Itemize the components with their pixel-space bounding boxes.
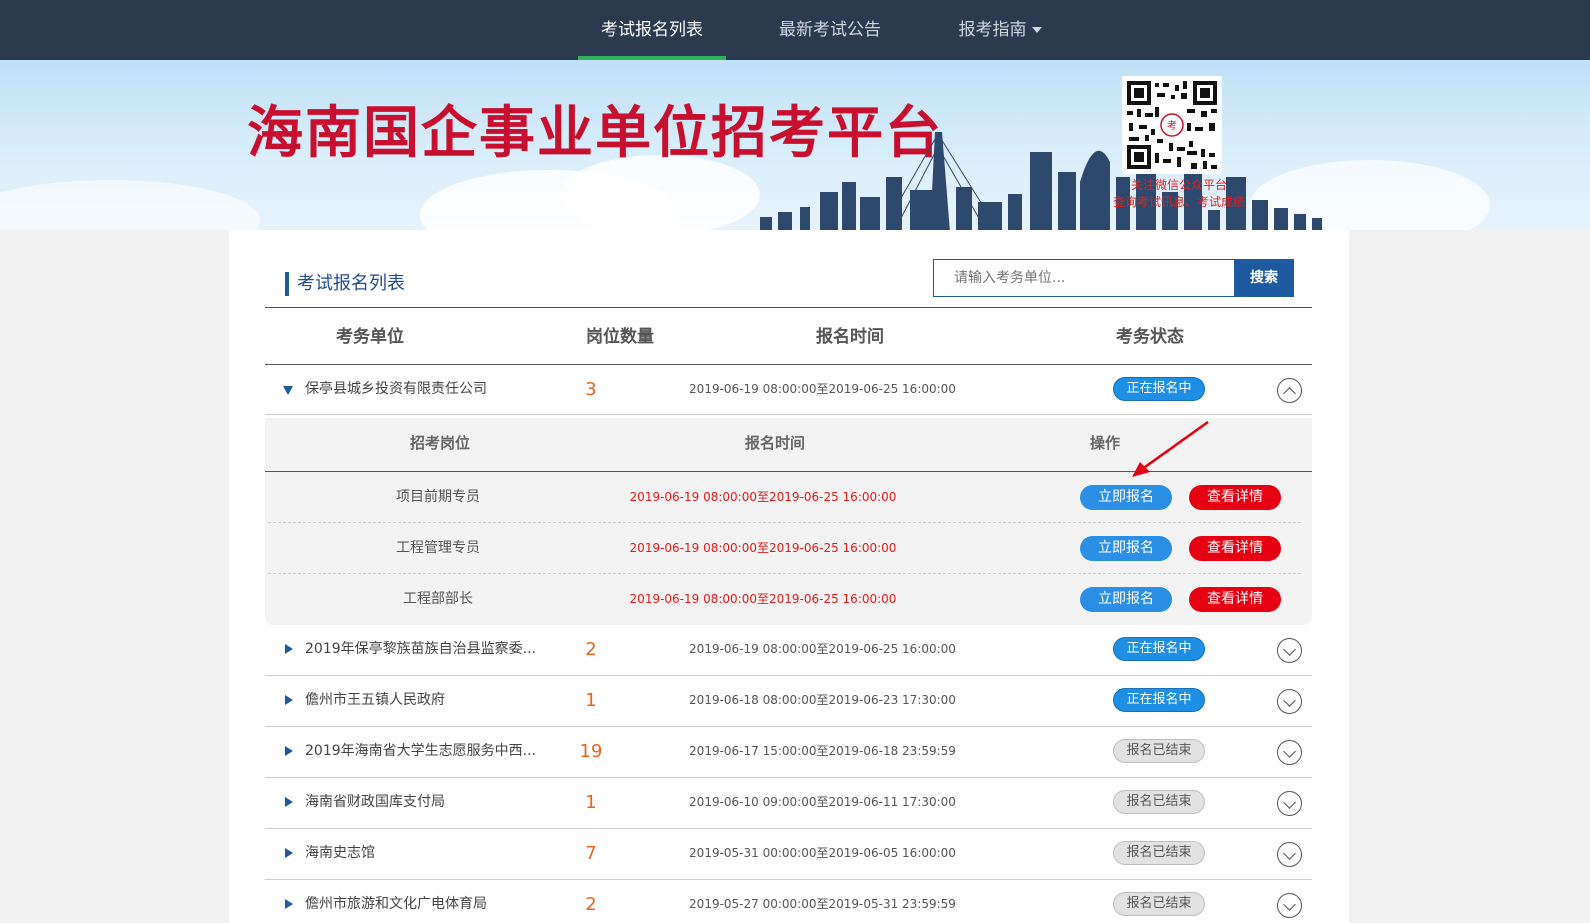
nav-tab-latest-notice[interactable]: 最新考试公告: [760, 0, 900, 60]
subcolumn-header-time: 报名时间: [744, 434, 805, 452]
row-count: 2: [585, 894, 597, 915]
table-row[interactable]: 海南史志馆 7 2019-05-31 00:00:00至2019-06-05 1…: [265, 829, 1312, 880]
nav-tab-exam-list[interactable]: 考试报名列表: [578, 0, 726, 60]
row-time: 2019-06-10 09:00:00至2019-06-11 17:30:00: [689, 795, 956, 809]
caret-right-icon: [285, 746, 293, 756]
status-badge: 报名已结束: [1113, 790, 1205, 814]
caret-right-icon: [285, 644, 293, 654]
row-count: 1: [585, 792, 597, 813]
row-unit: 儋州市王五镇人民政府: [305, 692, 445, 708]
table-row[interactable]: 海南省财政国库支付局 1 2019-06-10 09:00:00至2019-06…: [265, 778, 1312, 829]
nav-tab-guide[interactable]: 报考指南: [940, 0, 1060, 60]
qr-caption-line-1: 关注微信公众平台: [1130, 178, 1227, 192]
row-unit: 海南省财政国库支付局: [305, 794, 445, 810]
row-count: 7: [585, 843, 597, 864]
column-header-time: 报名时间: [816, 327, 884, 347]
table-row[interactable]: 儋州市旅游和文化广电体育局 2 2019-05-27 00:00:00至2019…: [265, 880, 1312, 923]
expand-toggle-icon[interactable]: [1277, 791, 1302, 816]
row-count: 2: [585, 639, 597, 660]
table-row[interactable]: 儋州市王五镇人民政府 1 2019-06-18 08:00:00至2019-06…: [265, 676, 1312, 727]
view-details-button[interactable]: 查看详情: [1189, 536, 1281, 561]
status-badge: 报名已结束: [1113, 892, 1205, 916]
section-title: 考试报名列表: [285, 272, 405, 296]
apply-now-button[interactable]: 立即报名: [1080, 485, 1172, 510]
column-header-status: 考务状态: [1116, 327, 1184, 347]
expand-toggle-icon[interactable]: [1277, 689, 1302, 714]
position-title: 工程部部长: [403, 591, 473, 607]
status-badge: 报名已结束: [1113, 739, 1205, 763]
banner: 海南国企事业单位招考平台 考 关注微信公众平台 查询考试讯息、考试成绩: [0, 60, 1590, 230]
svg-text:考: 考: [1167, 120, 1177, 132]
table-row[interactable]: 2019年保亭黎族苗族自治县监察委... 2 2019-06-19 08:00:…: [265, 625, 1312, 676]
row-count: 3: [585, 379, 597, 400]
search-button[interactable]: 搜索: [1234, 259, 1294, 297]
city-skyline-image: [760, 132, 1322, 230]
table-row[interactable]: 2019年海南省大学生志愿服务中西... 19 2019-06-17 15:00…: [265, 727, 1312, 778]
search-input[interactable]: [933, 259, 1235, 297]
row-unit: 海南史志馆: [305, 845, 375, 861]
position-title: 项目前期专员: [396, 489, 480, 505]
row-time: 2019-06-19 08:00:00至2019-06-25 16:00:00: [689, 642, 956, 656]
position-time: 2019-06-19 08:00:00至2019-06-25 16:00:00: [629, 592, 897, 606]
position-time: 2019-06-19 08:00:00至2019-06-25 16:00:00: [629, 541, 897, 555]
position-row: 工程管理专员 2019-06-19 08:00:00至2019-06-25 16…: [268, 523, 1301, 574]
row-count: 1: [585, 690, 597, 711]
cloud-decoration: [0, 180, 260, 230]
position-title: 工程管理专员: [396, 540, 480, 556]
expand-toggle-icon[interactable]: [1277, 740, 1302, 765]
collapse-toggle-icon[interactable]: [1277, 378, 1302, 403]
view-details-button[interactable]: 查看详情: [1189, 587, 1281, 612]
caret-right-icon: [285, 695, 293, 705]
row-unit: 2019年海南省大学生志愿服务中西...: [305, 743, 536, 759]
row-time: 2019-06-19 08:00:00至2019-06-25 16:00:00: [689, 382, 956, 396]
column-header-count: 岗位数量: [586, 327, 654, 347]
status-badge: 正在报名中: [1113, 377, 1205, 401]
caret-right-icon: [285, 797, 293, 807]
apply-now-button[interactable]: 立即报名: [1080, 587, 1172, 612]
caret-down-icon: [283, 386, 293, 395]
position-time: 2019-06-19 08:00:00至2019-06-25 16:00:00: [629, 490, 897, 504]
status-badge: 报名已结束: [1113, 841, 1205, 865]
row-unit: 2019年保亭黎族苗族自治县监察委...: [305, 641, 536, 657]
qr-caption-line-2: 查询考试讯息、考试成绩: [1112, 195, 1245, 209]
qr-caption: 关注微信公众平台 查询考试讯息、考试成绩: [1094, 177, 1264, 211]
row-count: 19: [579, 741, 603, 762]
row-unit: 保亭县城乡投资有限责任公司: [305, 381, 487, 397]
top-nav: 考试报名列表 最新考试公告 报考指南: [0, 0, 1590, 60]
view-details-button[interactable]: 查看详情: [1189, 485, 1281, 510]
row-time: 2019-05-27 00:00:00至2019-05-31 23:59:59: [689, 897, 956, 911]
divider: [265, 307, 1312, 308]
apply-now-button[interactable]: 立即报名: [1080, 536, 1172, 561]
row-time: 2019-05-31 00:00:00至2019-06-05 16:00:00: [689, 846, 956, 860]
caret-right-icon: [285, 899, 293, 909]
qr-code-image: 考: [1122, 76, 1222, 174]
row-time: 2019-06-17 15:00:00至2019-06-18 23:59:59: [689, 744, 956, 758]
nav-guide-label: 报考指南: [958, 20, 1027, 40]
expand-toggle-icon[interactable]: [1277, 893, 1302, 918]
column-header-unit: 考务单位: [336, 327, 404, 347]
status-badge: 正在报名中: [1113, 688, 1205, 712]
status-badge: 正在报名中: [1113, 637, 1205, 661]
table-row[interactable]: 保亭县城乡投资有限责任公司 3 2019-06-19 08:00:00至2019…: [265, 364, 1312, 415]
subcolumn-header-position: 招考岗位: [409, 434, 470, 452]
annotation-arrow-icon: [1132, 420, 1209, 477]
position-row: 工程部部长 2019-06-19 08:00:00至2019-06-25 16:…: [268, 574, 1301, 625]
caret-right-icon: [285, 848, 293, 858]
expand-toggle-icon[interactable]: [1277, 638, 1302, 663]
chevron-down-icon: [1031, 27, 1042, 33]
row-time: 2019-06-18 08:00:00至2019-06-23 17:30:00: [689, 693, 956, 707]
row-unit: 儋州市旅游和文化广电体育局: [305, 896, 487, 912]
expand-toggle-icon[interactable]: [1277, 842, 1302, 867]
